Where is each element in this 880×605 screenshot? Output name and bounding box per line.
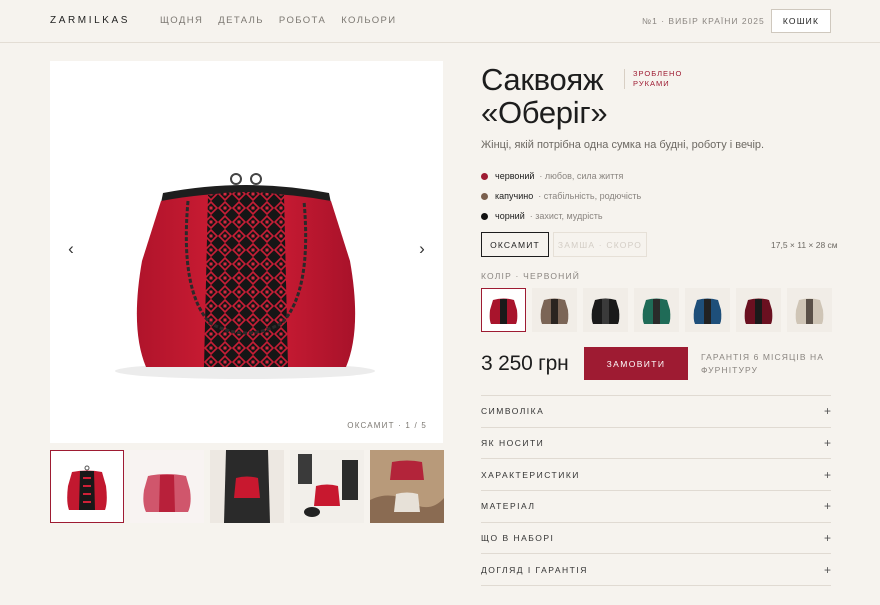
bag-illustration (50, 61, 443, 443)
red-dot-icon (481, 172, 488, 180)
swatch-bag-icon (489, 298, 518, 324)
award-badge: №1 · ВИБІР КРАЇНИ 2025 (642, 16, 765, 26)
brand-logo[interactable]: ZARMILKAS (50, 15, 130, 26)
accordion-label: МАТЕРІАЛ (481, 501, 536, 512)
symbolism-color-name: капучино (495, 191, 534, 201)
symbolism-color-name: червоний (495, 171, 535, 181)
accordion-label: ХАРАКТЕРИСТИКИ (481, 469, 580, 480)
swatch-green[interactable] (634, 288, 679, 332)
accordion-label: СИМВОЛІКА (481, 406, 545, 417)
product-subtitle: Жінці, якій потрібна одна сумка на будні… (481, 139, 765, 151)
plus-icon: + (823, 562, 831, 577)
swatch-red[interactable] (481, 288, 526, 332)
swatch-blue[interactable] (685, 288, 730, 332)
material-selector: ОКСАМИТ ЗАМША · СКОРО (481, 232, 647, 257)
thumbnail-model-photo (210, 450, 284, 523)
accordion-label: ДОГЛЯД І ГАРАНТІЯ (481, 564, 588, 575)
swatch-bag-icon (693, 298, 722, 324)
thumbnail-3[interactable] (210, 450, 284, 523)
handmade-line1: ЗРОБЛЕНО (633, 69, 683, 78)
swatch-bag-icon (744, 298, 773, 324)
symbolism-meaning: · любов, сила життя (539, 171, 624, 181)
plus-icon: + (823, 436, 831, 451)
symbolism-meaning: · стабільність, родючість (538, 191, 642, 201)
swatch-cappuccino[interactable] (532, 288, 577, 332)
accordion-material[interactable]: МАТЕРІАЛ + (481, 491, 831, 523)
nav-item-work[interactable]: РОБОТА (279, 15, 326, 26)
accordion-symbolism[interactable]: СИМВОЛІКА + (481, 396, 831, 428)
thumbnail-bag-front (67, 465, 107, 510)
nav-item-detail[interactable]: ДЕТАЛЬ (218, 15, 264, 26)
color-label: КОЛІР · ЧЕРВОНИЙ (481, 271, 581, 281)
plus-icon: + (823, 467, 831, 482)
main-product-image: ‹ › ОКСАМИТ · 1 / 5 (50, 61, 443, 443)
accordion-how-to-wear[interactable]: ЯК НОСИТИ + (481, 428, 831, 460)
symbolism-meaning: · захист, мудрість (529, 211, 603, 221)
accordion-label: ЩО В НАБОРІ (481, 533, 555, 544)
thumbnail-strip (50, 450, 444, 523)
order-button[interactable]: ЗАМОВИТИ (584, 347, 688, 380)
product-dimensions: 17,5 × 11 × 28 см (771, 240, 838, 250)
cappuccino-dot-icon (481, 192, 488, 200)
black-dot-icon (481, 212, 488, 220)
swatch-bag-icon (795, 298, 824, 324)
warranty-note: ГАРАНТІЯ 6 МІСЯЦІВ НА ФУРНІТУРУ (701, 352, 825, 375)
swatch-beige[interactable] (787, 288, 832, 332)
main-nav: ЩОДНЯ ДЕТАЛЬ РОБОТА КОЛЬОРИ (160, 15, 397, 26)
symbolism-item: чорний · захист, мудрість (481, 206, 641, 226)
accordion-characteristics[interactable]: ХАРАКТЕРИСТИКИ + (481, 459, 831, 492)
plus-icon: + (823, 531, 831, 546)
product-title-line1: Саквояж (481, 62, 604, 97)
swatch-bag-icon (591, 298, 620, 324)
plus-icon: + (823, 404, 831, 419)
accordion-in-the-set[interactable]: ЩО В НАБОРІ + (481, 523, 831, 555)
accordion-care-warranty[interactable]: ДОГЛЯД І ГАРАНТІЯ + (481, 554, 831, 587)
next-image-arrow[interactable]: › (412, 239, 432, 259)
symbolism-item: червоний · любов, сила життя (481, 166, 641, 186)
product-title: Саквояж «Оберіг» (481, 63, 641, 129)
product-accordion: СИМВОЛІКА + ЯК НОСИТИ + ХАРАКТЕРИСТИКИ +… (481, 395, 831, 587)
thumbnail-fur-photo (370, 450, 444, 523)
handmade-line2: РУКАМИ (633, 79, 670, 88)
symbolism-item: капучино · стабільність, родючість (481, 186, 641, 206)
prev-image-arrow[interactable]: ‹ (61, 239, 81, 259)
product-title-line2: «Оберіг» (481, 95, 608, 130)
material-velvet-button[interactable]: ОКСАМИТ (481, 232, 549, 257)
swatch-black[interactable] (583, 288, 628, 332)
accordion-label: ЯК НОСИТИ (481, 438, 545, 449)
material-suede-button: ЗАМША · СКОРО (553, 232, 647, 257)
cart-button[interactable]: КОШИК (771, 9, 831, 33)
swatch-bag-icon (540, 298, 569, 324)
swatch-bag-icon (642, 298, 671, 324)
symbolism-color-name: чорний (495, 211, 525, 221)
product-price: 3 250 грн (481, 352, 569, 375)
nav-item-colors[interactable]: КОЛЬОРИ (341, 15, 396, 26)
thumbnail-4[interactable] (290, 450, 364, 523)
plus-icon: + (823, 499, 831, 514)
thumbnail-5[interactable] (370, 450, 444, 523)
site-header: ZARMILKAS ЩОДНЯ ДЕТАЛЬ РОБОТА КОЛЬОРИ №1… (0, 0, 880, 43)
image-counter: ОКСАМИТ · 1 / 5 (347, 421, 427, 430)
nav-item-daily[interactable]: ЩОДНЯ (160, 15, 203, 26)
thumbnail-1[interactable] (50, 450, 124, 523)
color-swatches (481, 288, 832, 332)
thumbnail-bag-side (130, 450, 204, 523)
thumbnail-2[interactable] (130, 450, 204, 523)
swatch-burgundy[interactable] (736, 288, 781, 332)
color-symbolism-list: червоний · любов, сила життя капучино · … (481, 166, 641, 226)
thumbnail-flatlay (290, 450, 364, 523)
handmade-badge: ЗРОБЛЕНО РУКАМИ (624, 69, 694, 89)
